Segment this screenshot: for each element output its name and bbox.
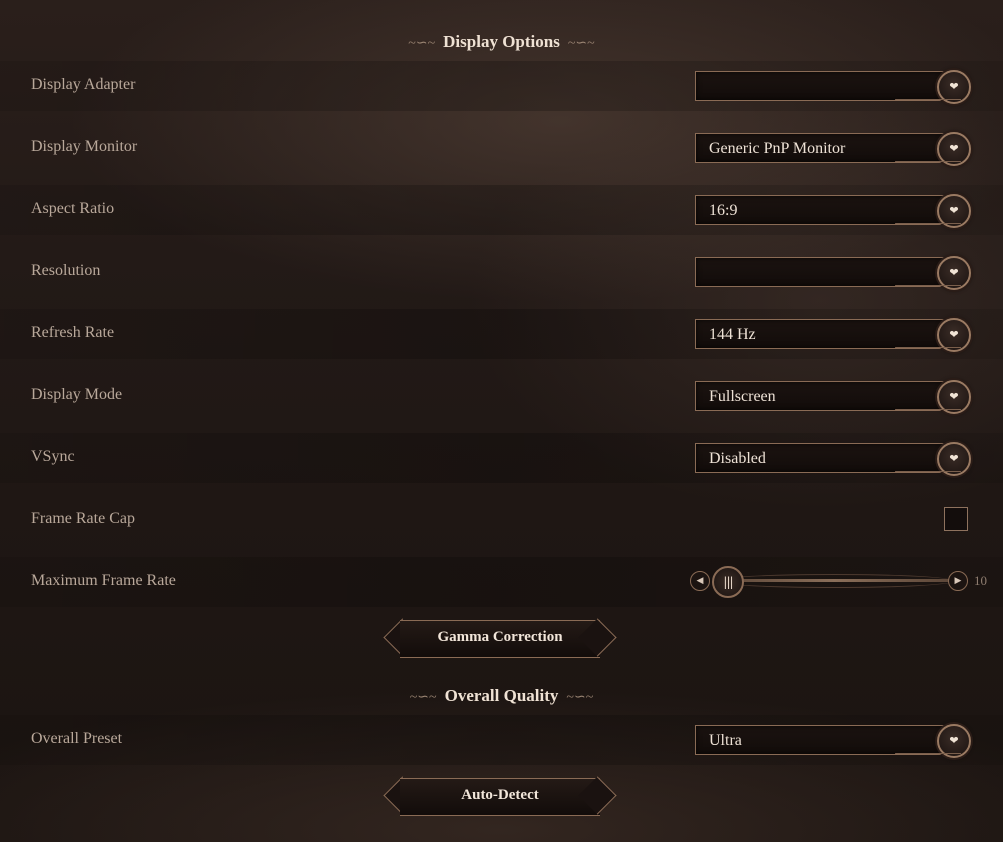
dropdown-ornament (895, 409, 961, 414)
dropdown-field[interactable]: 16:9 (695, 195, 955, 225)
right-flourish-icon: ~∽~ (567, 36, 595, 51)
display-mode-label: Display Mode (31, 386, 123, 403)
max-frame-rate-slider[interactable]: ◀ ▶ ||| (690, 566, 990, 598)
vsync-dropdown[interactable]: Disabled ❤ (695, 442, 971, 476)
chevron-down-icon: ❤ (949, 204, 959, 217)
button-label: Auto-Detect (461, 787, 539, 803)
auto-detect-button[interactable]: Auto-Detect (383, 776, 617, 816)
dropdown-value: Fullscreen (709, 388, 776, 405)
chevron-down-icon: ❤ (949, 142, 959, 155)
dropdown-field[interactable] (695, 71, 955, 101)
max-frame-rate-label: Maximum Frame Rate (31, 572, 176, 589)
chevron-down-icon: ❤ (949, 328, 959, 341)
button-label: Gamma Correction (437, 629, 563, 645)
display-adapter-label: Display Adapter (31, 76, 136, 93)
refresh-rate-label: Refresh Rate (31, 324, 115, 341)
dropdown-field[interactable] (695, 257, 955, 287)
frame-rate-cap-checkbox[interactable] (944, 507, 968, 531)
overall-preset-dropdown[interactable]: Ultra ❤ (695, 724, 971, 758)
dropdown-ornament (895, 285, 961, 290)
dropdown-ornament (895, 99, 961, 104)
dropdown-ornament (895, 471, 961, 476)
left-flourish-icon: ~∽~ (408, 36, 436, 51)
aspect-ratio-dropdown[interactable]: 16:9 ❤ (695, 194, 971, 228)
vsync-label: VSync (31, 448, 75, 465)
overall-quality-header: ~∽~ Overall Quality ~∽~ (0, 686, 1003, 706)
dropdown-value: Disabled (709, 450, 766, 467)
dropdown-ornament (895, 223, 961, 228)
overall-preset-label: Overall Preset (31, 730, 123, 747)
dropdown-ornament (895, 161, 961, 166)
section-title: Overall Quality (444, 686, 559, 705)
chevron-down-icon: ❤ (949, 734, 959, 747)
dropdown-field[interactable]: Generic PnP Monitor (695, 133, 955, 163)
resolution-dropdown[interactable]: ❤ (695, 256, 971, 290)
display-mode-dropdown[interactable]: Fullscreen ❤ (695, 380, 971, 414)
left-flourish-icon: ~∽~ (409, 690, 437, 705)
slider-value: 10 (974, 573, 987, 588)
display-monitor-dropdown[interactable]: Generic PnP Monitor ❤ (695, 132, 971, 166)
dropdown-value: 144 Hz (709, 326, 756, 343)
gamma-correction-button[interactable]: Gamma Correction (383, 618, 617, 658)
display-options-header: ~∽~ Display Options ~∽~ (0, 32, 1003, 52)
chevron-left-icon[interactable]: ◀ (690, 571, 710, 591)
dropdown-ornament (895, 753, 961, 758)
chevron-down-icon: ❤ (949, 266, 959, 279)
dropdown-value: Ultra (709, 732, 742, 749)
resolution-label: Resolution (31, 262, 101, 279)
dropdown-field[interactable]: Ultra (695, 725, 955, 755)
chevron-down-icon: ❤ (949, 80, 959, 93)
display-monitor-label: Display Monitor (31, 138, 138, 155)
slider-thumb[interactable]: ||| (712, 566, 744, 598)
chevron-down-icon: ❤ (949, 390, 959, 403)
dropdown-field[interactable]: 144 Hz (695, 319, 955, 349)
chevron-right-icon[interactable]: ▶ (948, 571, 968, 591)
chevron-down-icon: ❤ (949, 452, 959, 465)
dropdown-field[interactable]: Fullscreen (695, 381, 955, 411)
dropdown-value: Generic PnP Monitor (709, 140, 846, 157)
section-title: Display Options (443, 32, 560, 51)
dropdown-value: 16:9 (709, 202, 738, 219)
slider-track[interactable] (714, 579, 954, 582)
frame-rate-cap-label: Frame Rate Cap (31, 510, 135, 527)
refresh-rate-dropdown[interactable]: 144 Hz ❤ (695, 318, 971, 352)
aspect-ratio-label: Aspect Ratio (31, 200, 115, 217)
display-adapter-dropdown[interactable]: ❤ (695, 70, 971, 104)
right-flourish-icon: ~∽~ (566, 690, 594, 705)
dropdown-field[interactable]: Disabled (695, 443, 955, 473)
dropdown-ornament (895, 347, 961, 352)
